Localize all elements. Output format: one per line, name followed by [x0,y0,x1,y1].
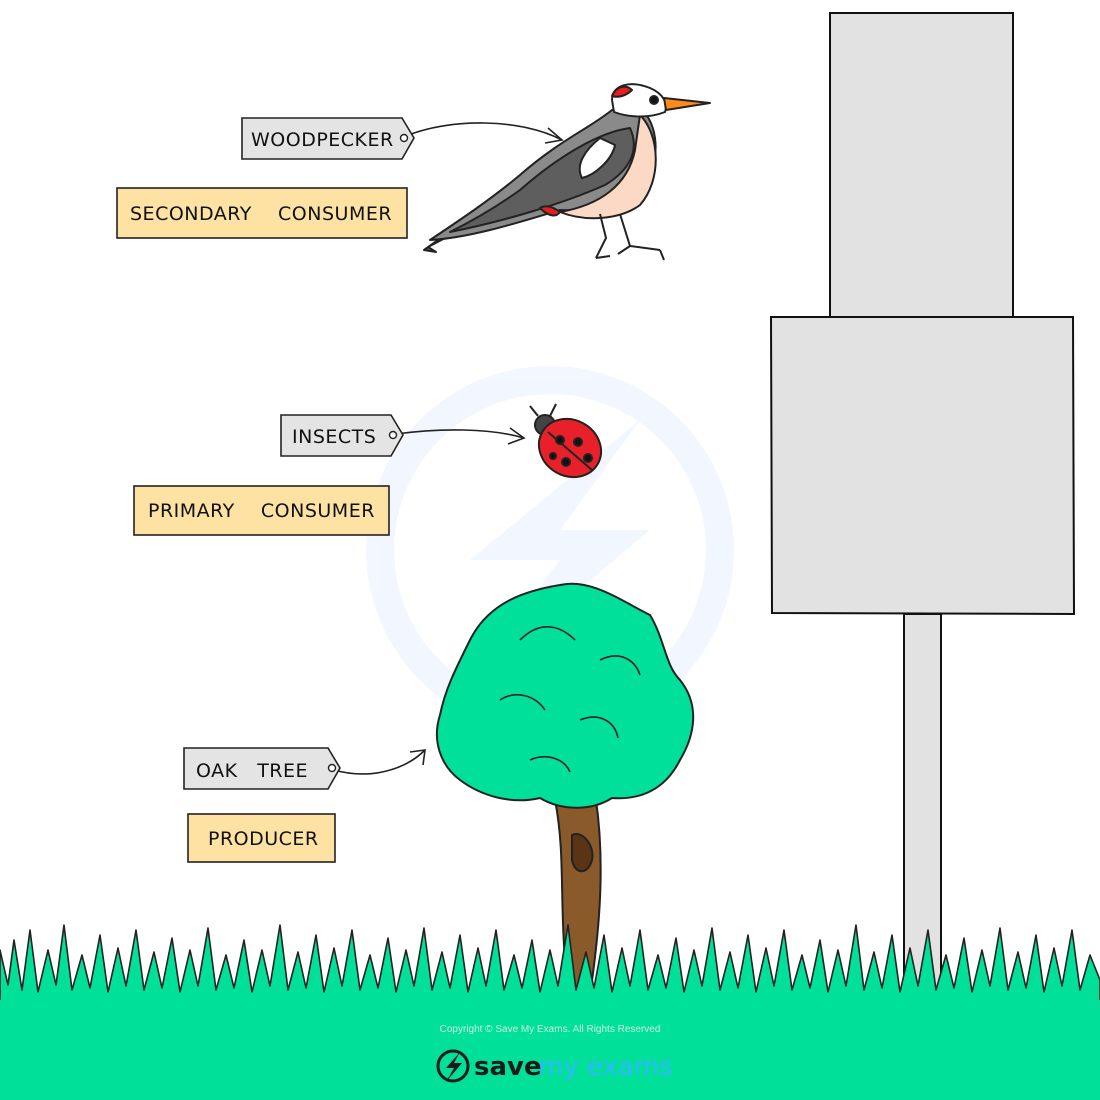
pyramid-top-tier [829,12,1014,319]
label-secondary-consumer: SECONDARY CONSUMER [116,187,408,239]
pyramid [769,12,1076,1005]
woodpecker-icon [423,83,711,261]
pyramid-middle-tier [769,316,1076,616]
tag-oak-tree: OAK TREE [183,747,341,790]
tag-oak-tree-text: OAK TREE [196,760,308,782]
label-producer-text: PRODUCER [208,828,319,850]
brand-save-text: save [474,1052,542,1082]
label-primary-text: PRIMARY CONSUMER [148,500,375,522]
woodpecker-arrow [405,122,563,141]
label-producer: PRODUCER [187,813,336,863]
tree-crown [435,582,695,809]
diagram-canvas: WOODPECKER INSECTS OAK TREE SECONDARY CO… [0,12,1100,1100]
oak-tree-arrow [333,749,426,775]
food-chain-diagram: WOODPECKER INSECTS OAK TREE SECONDARY CO… [0,0,1100,1100]
pyramid-stem [903,613,942,1005]
label-secondary-text: SECONDARY CONSUMER [130,203,392,225]
brand-rest-text: my exams [538,1052,673,1082]
tag-woodpecker-text: WOODPECKER [251,129,394,151]
tag-insects: INSECTS [280,414,404,457]
label-primary-consumer: PRIMARY CONSUMER [133,485,390,536]
tag-insects-text: INSECTS [292,426,376,448]
tag-woodpecker: WOODPECKER [241,117,415,160]
brand-logo: save my exams [436,1049,673,1083]
oak-tree-icon [435,582,695,996]
copyright-text: Copyright © Save My Exams. All Rights Re… [440,1024,661,1035]
